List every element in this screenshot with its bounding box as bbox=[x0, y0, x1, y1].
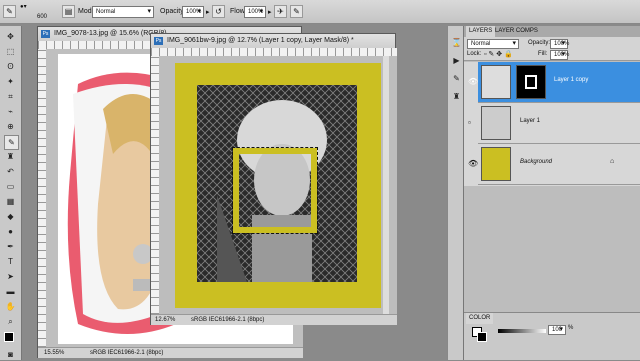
move-tool-icon[interactable]: ✥ bbox=[4, 30, 17, 43]
layers-panel: LAYERS LAYER COMPS Normal Opacity: 100% … bbox=[463, 26, 640, 360]
gradient-tool-icon[interactable]: ▦ bbox=[4, 195, 17, 208]
history-brush-tool-icon[interactable]: ↶ bbox=[4, 165, 17, 178]
layer-opacity-input[interactable]: 100% bbox=[550, 39, 569, 49]
blur-tool-icon[interactable]: ◆ bbox=[4, 210, 17, 223]
layer-thumbnail[interactable] bbox=[481, 147, 511, 181]
path-selection-tool-icon[interactable]: ➤ bbox=[4, 270, 17, 283]
document-titlebar[interactable]: Ps IMG_9061bw-9.jpg @ 12.7% (Layer 1 cop… bbox=[151, 34, 395, 48]
photoshop-doc-icon: Ps bbox=[41, 30, 50, 38]
layer-row-layer-1[interactable]: ▫ Layer 1 bbox=[468, 103, 640, 144]
layer-name: Layer 1 copy bbox=[554, 77, 589, 83]
marquee-tool-icon[interactable]: ⬚ bbox=[4, 45, 17, 58]
color-swatch-bg[interactable] bbox=[477, 332, 487, 342]
healing-brush-tool-icon[interactable]: ⊕ bbox=[4, 120, 17, 133]
color-panel: COLOR 100 % bbox=[464, 312, 640, 360]
visibility-eye-off-icon[interactable]: ▫ bbox=[468, 118, 471, 127]
tablet-pressure-opacity-icon[interactable]: ↺ bbox=[212, 5, 225, 18]
quick-mask-icon[interactable]: ◙ bbox=[4, 348, 17, 361]
crop-tool-icon[interactable]: ⌗ bbox=[4, 90, 17, 103]
color-value-input[interactable]: 100 bbox=[548, 325, 566, 335]
layer-mask-frame[interactable] bbox=[232, 147, 318, 234]
tab-layers[interactable]: LAYERS bbox=[466, 26, 496, 37]
canvas-area[interactable] bbox=[159, 56, 397, 314]
document-title: IMG_9061bw-9.jpg @ 12.7% (Layer 1 copy, … bbox=[167, 37, 354, 44]
layer-row-layer-1-copy[interactable]: 👁 Layer 1 copy bbox=[468, 62, 640, 103]
yellow-background-layer[interactable] bbox=[175, 63, 381, 308]
zoom-level[interactable]: 15.55% bbox=[44, 348, 64, 358]
shape-tool-icon[interactable]: ▬ bbox=[4, 285, 17, 298]
status-bar: 12.67% sRGB IEC61966-2.1 (8bpc) bbox=[151, 314, 397, 325]
panel-icon-strip: ⌛ ▶ ✎ ♜ bbox=[447, 26, 463, 360]
tablet-pressure-size-icon[interactable]: ✎ bbox=[290, 5, 303, 18]
history-panel-icon[interactable]: ⌛ bbox=[450, 36, 463, 49]
layer-row-background[interactable]: 👁 Background ⌂ bbox=[468, 144, 640, 185]
visibility-eye-icon[interactable]: 👁 bbox=[468, 77, 478, 86]
layers-controls: Normal Opacity: 100% Lock: ▫ ✎ ✥ 🔒 Fill:… bbox=[464, 37, 640, 61]
zoom-tool-icon[interactable]: ⌕ bbox=[4, 315, 17, 328]
layer-mask-thumbnail[interactable] bbox=[516, 65, 546, 99]
status-bar: 15.55% sRGB IEC61966-2.1 (8bpc) bbox=[38, 347, 303, 358]
type-tool-icon[interactable]: T bbox=[4, 255, 17, 268]
options-bar: ✎ ●▾ 600 ▤ Mode: Normal Opacity: 100% ▸ … bbox=[0, 0, 640, 24]
layer-name: Background bbox=[520, 159, 553, 165]
layer-opacity-label: Opacity: bbox=[528, 40, 551, 46]
vertical-scrollbar[interactable] bbox=[383, 56, 389, 314]
pen-tool-icon[interactable]: ✒ bbox=[4, 240, 17, 253]
blend-mode-select[interactable]: Normal bbox=[467, 39, 519, 49]
actions-panel-icon[interactable]: ▶ bbox=[450, 54, 463, 67]
color-profile[interactable]: sRGB IEC61966-2.1 (8bpc) bbox=[90, 348, 163, 358]
airbrush-icon[interactable]: ✈ bbox=[274, 5, 287, 18]
horizontal-ruler bbox=[151, 48, 397, 56]
layer-thumbnail[interactable] bbox=[481, 106, 511, 140]
layer-name: Layer 1 bbox=[520, 118, 541, 124]
zoom-level[interactable]: 12.67% bbox=[155, 315, 175, 325]
brush-tool-icon[interactable]: ✎ bbox=[4, 135, 19, 150]
flow-input[interactable]: 100% bbox=[244, 6, 266, 18]
tab-color[interactable]: COLOR bbox=[466, 313, 494, 324]
panel-tab-bar: LAYERS LAYER COMPS bbox=[464, 26, 640, 37]
brush-preset-picker[interactable]: ●▾ bbox=[20, 3, 27, 10]
vertical-ruler bbox=[151, 56, 159, 314]
color-slider[interactable] bbox=[498, 329, 546, 333]
vertical-ruler bbox=[38, 49, 46, 347]
mode-select[interactable]: Normal bbox=[92, 6, 154, 18]
tab-layer-comps[interactable]: LAYER COMPS bbox=[492, 26, 541, 37]
color-profile[interactable]: sRGB IEC61966-2.1 (8bpc) bbox=[191, 315, 264, 325]
toolbox: ✥ ⬚ ʘ ✦ ⌗ ⌁ ⊕ ✎ ♜ ↶ ▭ ▦ ◆ ● ✒ T ➤ ▬ ✋ ⌕ … bbox=[0, 26, 22, 360]
photoshop-doc-icon: Ps bbox=[154, 37, 163, 45]
lock-icons[interactable]: ▫ ✎ ✥ 🔒 bbox=[484, 50, 513, 58]
brushes-panel-icon[interactable]: ✎ bbox=[450, 72, 463, 85]
brush-panel-toggle-icon[interactable]: ▤ bbox=[62, 5, 75, 18]
layers-list: 👁 Layer 1 copy ▫ Layer 1 👁 Background ⌂ bbox=[464, 62, 640, 186]
dodge-tool-icon[interactable]: ● bbox=[4, 225, 17, 238]
visibility-eye-icon[interactable]: 👁 bbox=[468, 159, 478, 168]
quick-selection-tool-icon[interactable]: ✦ bbox=[4, 75, 17, 88]
percent-label: % bbox=[568, 325, 574, 331]
fill-label: Fill: bbox=[538, 51, 548, 57]
lock-icon: ⌂ bbox=[610, 158, 615, 165]
fill-input[interactable]: 100% bbox=[550, 50, 569, 60]
opacity-slider-icon[interactable]: ▸ bbox=[206, 8, 210, 16]
document-window-front[interactable]: Ps IMG_9061bw-9.jpg @ 12.7% (Layer 1 cop… bbox=[150, 33, 397, 325]
eraser-tool-icon[interactable]: ▭ bbox=[4, 180, 17, 193]
eyedropper-tool-icon[interactable]: ⌁ bbox=[4, 105, 17, 118]
brush-size-value: 600 bbox=[37, 14, 48, 20]
brush-tool-icon[interactable]: ✎ bbox=[3, 5, 16, 18]
clone-source-panel-icon[interactable]: ♜ bbox=[450, 90, 463, 103]
lock-label: Lock: bbox=[467, 51, 482, 57]
clone-stamp-tool-icon[interactable]: ♜ bbox=[4, 150, 17, 163]
layer-thumbnail[interactable] bbox=[481, 65, 511, 99]
hand-tool-icon[interactable]: ✋ bbox=[4, 300, 17, 313]
foreground-color-swatch[interactable] bbox=[4, 332, 14, 342]
flow-slider-icon[interactable]: ▸ bbox=[268, 8, 272, 16]
opacity-input[interactable]: 100% bbox=[182, 6, 204, 18]
lasso-tool-icon[interactable]: ʘ bbox=[4, 60, 17, 73]
